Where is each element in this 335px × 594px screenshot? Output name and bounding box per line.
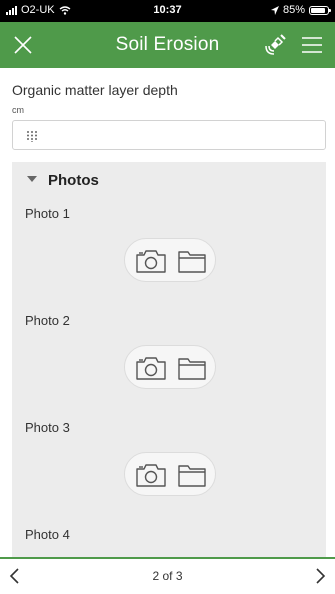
photo-capture-options <box>124 238 216 282</box>
camera-icon[interactable] <box>135 354 167 382</box>
gps-satellite-icon[interactable] <box>262 32 288 58</box>
group-title: Photos <box>48 172 99 189</box>
photos-group-toggle[interactable]: Photos <box>12 162 326 202</box>
status-bar: O2-UK 10:37 85% <box>0 0 335 22</box>
folder-icon[interactable] <box>177 355 207 381</box>
menu-icon[interactable] <box>301 35 323 55</box>
page-navigation: 2 of 3 <box>0 557 335 594</box>
question-unit: cm <box>12 105 24 115</box>
question-organic-matter: Organic matter layer depth cm <box>0 68 335 162</box>
numeric-keypad-icon <box>27 131 37 142</box>
photo-label: Photo 4 <box>25 527 70 542</box>
photo-capture-options <box>124 452 216 496</box>
chevron-right-icon[interactable] <box>311 567 329 585</box>
photo-label: Photo 3 <box>25 420 70 435</box>
camera-icon[interactable] <box>135 247 167 275</box>
status-right: 85% <box>270 4 331 16</box>
page-indicator: 2 of 3 <box>152 569 183 583</box>
question-label: Organic matter layer depth <box>12 82 178 98</box>
photo-label: Photo 1 <box>25 206 70 221</box>
photos-group: Photos Photo 1 Photo 2 Photo 3 Photo 4 <box>12 162 326 557</box>
location-arrow-icon <box>270 5 279 15</box>
camera-icon[interactable] <box>135 461 167 489</box>
app-header: Soil Erosion <box>0 22 335 68</box>
caret-down-icon <box>27 176 37 182</box>
folder-icon[interactable] <box>177 462 207 488</box>
depth-number-input[interactable] <box>12 120 326 150</box>
photo-label: Photo 2 <box>25 313 70 328</box>
battery-percent: 85% <box>282 4 305 16</box>
battery-icon <box>309 5 331 15</box>
folder-icon[interactable] <box>177 248 207 274</box>
photo-capture-options <box>124 345 216 389</box>
